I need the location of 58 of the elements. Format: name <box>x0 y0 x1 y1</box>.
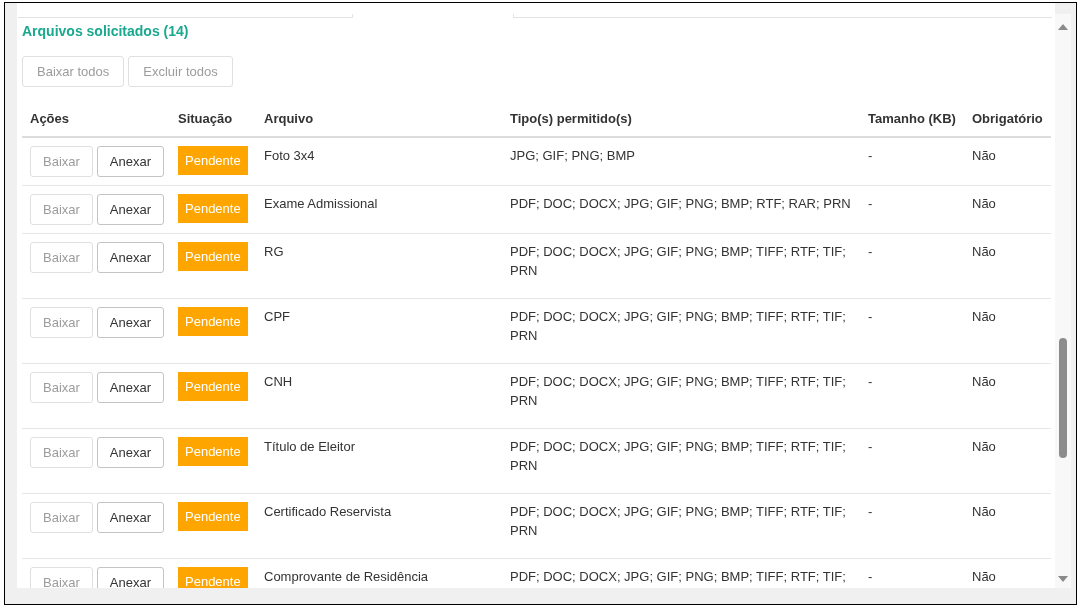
file-name: Foto 3x4 <box>264 148 315 163</box>
allowed-types: PDF; DOC; DOCX; JPG; GIF; PNG; BMP; TIFF; RTF; TIF; PRN <box>510 503 847 540</box>
file-size: - <box>868 504 873 519</box>
allowed-types: JPG; GIF; PNG; BMP <box>510 147 636 165</box>
allowed-types: PDF; DOC; DOCX; JPG; GIF; PNG; BMP; TIFF; RTF; TIF; PRN <box>510 243 847 280</box>
column-header: Tipo(s) permitido(s) <box>510 111 632 126</box>
scrollbar-thumb[interactable] <box>1059 338 1067 458</box>
status-badge: Pendente <box>178 437 248 466</box>
section-title: Arquivos solicitados (14) <box>22 22 189 41</box>
required-value: Não <box>972 196 996 211</box>
allowed-types: PDF; DOC; DOCX; JPG; GIF; PNG; BMP; TIFF; RTF; TIF; PRN <box>510 373 847 410</box>
attach-button[interactable]: Anexar <box>96 146 165 177</box>
file-name: Título de Eleitor <box>264 439 356 454</box>
attach-button[interactable]: Anexar <box>96 437 165 468</box>
file-name: Exame Admissional <box>264 196 378 211</box>
required-value: Não <box>972 309 996 324</box>
file-size: - <box>868 148 873 163</box>
allowed-types: PDF; DOC; DOCX; JPG; GIF; PNG; BMP; TIFF; RTF; TIF; <box>510 568 847 586</box>
column-header: Situação <box>178 111 233 126</box>
column-header: Ações <box>30 111 70 126</box>
file-size: - <box>868 196 873 211</box>
attach-button[interactable]: Anexar <box>96 372 165 403</box>
attach-button[interactable]: Anexar <box>96 242 165 273</box>
status-badge: Pendente <box>178 242 248 271</box>
required-value: Não <box>972 244 996 259</box>
status-badge: Pendente <box>178 194 248 223</box>
required-value: Não <box>972 439 996 454</box>
file-name: RG <box>264 244 284 259</box>
attach-button[interactable]: Anexar <box>96 194 165 225</box>
status-badge: Pendente <box>178 567 248 588</box>
status-badge: Pendente <box>178 502 248 531</box>
file-size: - <box>868 569 873 584</box>
required-value: Não <box>972 569 996 584</box>
column-header: Arquivo <box>264 111 314 126</box>
file-size: - <box>868 244 873 259</box>
required-value: Não <box>972 374 996 389</box>
required-value: Não <box>972 148 996 163</box>
file-size: - <box>868 374 873 389</box>
file-size: - <box>868 309 873 324</box>
scroll-up-icon[interactable] <box>1058 24 1068 30</box>
column-header: Obrigatório <box>972 111 1043 126</box>
allowed-types: PDF; DOC; DOCX; JPG; GIF; PNG; BMP; TIFF; RTF; TIF; PRN <box>510 438 847 475</box>
attach-button[interactable]: Anexar <box>96 307 165 338</box>
file-size: - <box>868 439 873 454</box>
file-name: CNH <box>264 374 293 389</box>
attach-button[interactable]: Anexar <box>96 567 165 588</box>
column-header: Tamanho (KB) <box>868 111 956 126</box>
allowed-types: PDF; DOC; DOCX; JPG; GIF; PNG; BMP; RTF; RAR; PRN <box>510 195 852 213</box>
allowed-types: PDF; DOC; DOCX; JPG; GIF; PNG; BMP; TIFF; RTF; TIF; PRN <box>510 308 847 345</box>
status-badge: Pendente <box>178 146 248 175</box>
file-name: Comprovante de Residência <box>264 569 429 584</box>
required-value: Não <box>972 504 996 519</box>
status-badge: Pendente <box>178 372 248 401</box>
scroll-down-icon[interactable] <box>1058 576 1068 582</box>
status-badge: Pendente <box>178 307 248 336</box>
file-name: CPF <box>264 309 290 324</box>
file-name: Certificado Reservista <box>264 504 392 519</box>
attach-button[interactable]: Anexar <box>96 502 165 533</box>
